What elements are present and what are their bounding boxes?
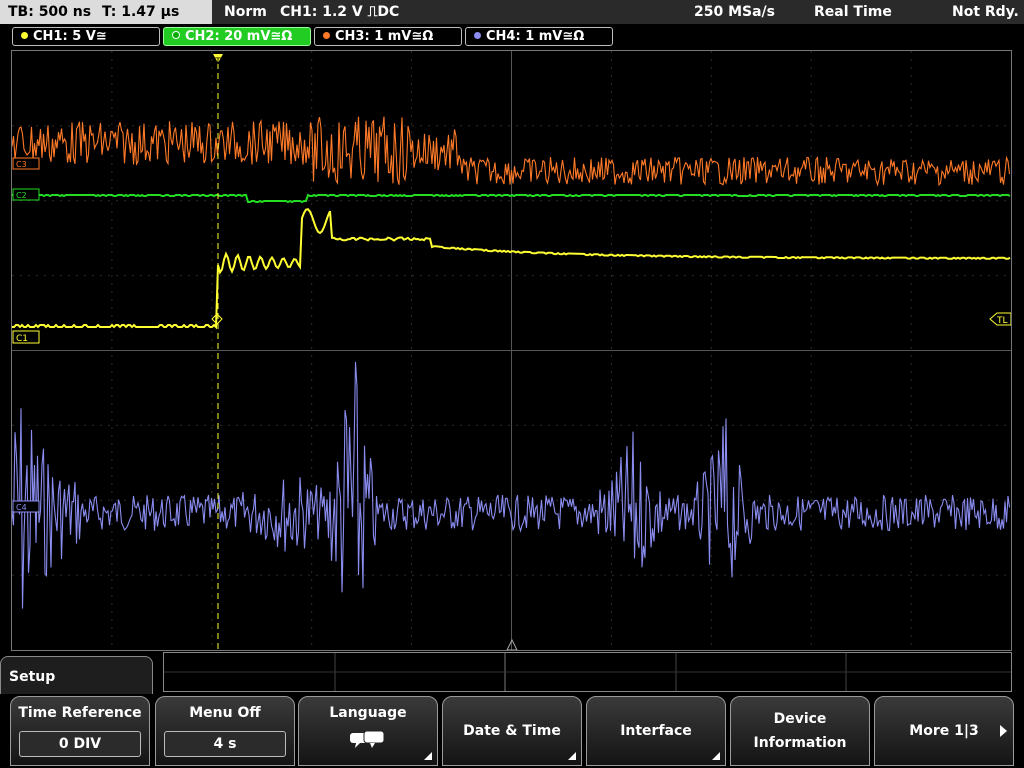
- menu-off-button[interactable]: Menu Off 4 s: [155, 696, 295, 766]
- more-label: More 1|3: [909, 723, 979, 739]
- ch4-label: CH4: 1 mV≅Ω: [486, 29, 585, 44]
- waveform-display[interactable]: T C1 C2 C3 C4 TL: [11, 50, 1012, 651]
- channel-tab-ch4[interactable]: CH4: 1 mV≅Ω: [465, 27, 613, 46]
- date-time-button[interactable]: Date & Time: [442, 696, 582, 766]
- channel-tab-ch1[interactable]: CH1: 5 V≅: [12, 27, 160, 46]
- ch3-offset-label: C3: [16, 160, 27, 169]
- submenu-indicator-icon: [712, 752, 720, 760]
- trigger-info[interactable]: CH1: 1.2 V ⎍DC: [280, 0, 399, 24]
- waveform-svg: T C1 C2 C3 C4 TL: [12, 51, 1011, 650]
- softkey-bar: Time Reference 0 DIV Menu Off 4 s Langua…: [0, 694, 1024, 768]
- ch4-color-dot: [474, 32, 481, 39]
- menu-title: Setup: [0, 656, 153, 696]
- timebase-value: TB: 500 ns: [8, 4, 92, 20]
- ch3-trace: [12, 116, 1011, 187]
- menu-off-value[interactable]: 4 s: [164, 731, 286, 757]
- channel-tab-ch3[interactable]: CH3: 1 mV≅Ω: [314, 27, 462, 46]
- more-button[interactable]: More 1|3: [874, 696, 1014, 766]
- ch1-offset-label: C1: [16, 334, 28, 344]
- ch1-color-dot: [21, 32, 28, 39]
- interface-button[interactable]: Interface: [586, 696, 726, 766]
- timebase-box[interactable]: TB: 500 ns T: 1.47 µs: [0, 0, 212, 24]
- device-information-button[interactable]: Device Information: [730, 696, 870, 766]
- acquisition-status: Not Rdy.: [952, 4, 1019, 20]
- trigger-marker-label: T: [214, 57, 221, 67]
- channel-tabs: CH1: 5 V≅ CH2: 20 mV≅Ω CH3: 1 mV≅Ω CH4: …: [0, 26, 1024, 48]
- date-time-label: Date & Time: [463, 723, 561, 739]
- trigger-level-label: TL: [996, 316, 1008, 326]
- language-label: Language: [329, 705, 407, 721]
- status-bar: TB: 500 ns T: 1.47 µs Norm CH1: 1.2 V ⎍D…: [0, 0, 1024, 24]
- trigger-mode[interactable]: Norm: [224, 0, 267, 24]
- ch2-color-dot: [172, 31, 180, 39]
- speech-bubbles-icon: [350, 730, 385, 748]
- ch2-label: CH2: 20 mV≅Ω: [185, 29, 293, 44]
- acquisition-mode: Real Time: [814, 4, 892, 20]
- device-information-label: Device Information: [753, 711, 847, 751]
- strip-grid: [164, 653, 1011, 691]
- ch3-color-dot: [323, 32, 330, 39]
- ch1-label: CH1: 5 V≅: [33, 29, 107, 44]
- submenu-indicator-icon: [424, 752, 432, 760]
- trigger-time-value: T: 1.47 µs: [101, 4, 180, 20]
- xy-strip: [163, 652, 1012, 692]
- ch2-offset-label: C2: [16, 191, 27, 200]
- interface-label: Interface: [620, 723, 692, 739]
- submenu-indicator-icon: [568, 752, 576, 760]
- time-reference-label: Time Reference: [18, 705, 142, 721]
- language-button[interactable]: Language: [298, 696, 438, 766]
- menu-off-label: Menu Off: [189, 705, 261, 721]
- chevron-right-icon: [1000, 725, 1007, 737]
- time-reference-button[interactable]: Time Reference 0 DIV: [10, 696, 150, 766]
- time-reference-value[interactable]: 0 DIV: [19, 731, 141, 757]
- graticule: [12, 51, 1011, 650]
- ch3-label: CH3: 1 mV≅Ω: [335, 29, 434, 44]
- ch4-offset-label: C4: [16, 503, 27, 512]
- ch4-trace: [12, 361, 1011, 609]
- sample-rate: 250 MSa/s: [694, 4, 776, 20]
- channel-tab-ch2[interactable]: CH2: 20 mV≅Ω: [163, 27, 311, 46]
